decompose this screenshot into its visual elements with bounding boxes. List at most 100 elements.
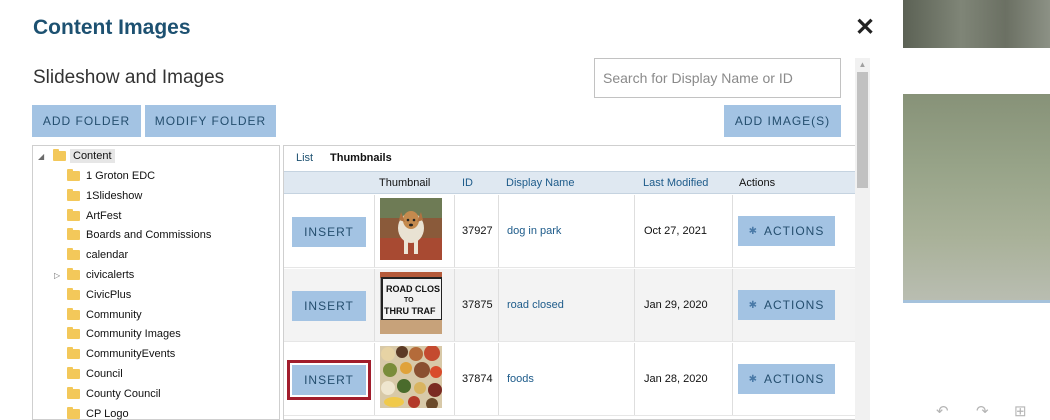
column-header-display-name[interactable]: Display Name [506,177,574,189]
folder-icon [67,406,80,419]
actions-button-label: ACTIONS [764,298,825,312]
modal-scrollbar-thumb[interactable] [857,72,868,188]
tree-item-label: CivicPlus [86,288,132,301]
folder-icon [67,248,80,261]
tree-item[interactable]: Community Images [67,324,181,344]
folder-icon [67,188,80,201]
column-divider [634,343,635,415]
folder-tree: ◢ Content 1 Groton EDC 1Slideshow ArtFest B… [32,145,280,420]
actions-button[interactable]: ✱ ACTIONS [738,290,835,320]
folder-icon [67,386,80,399]
background-photo-lawn [902,94,1050,300]
column-header-actions: Actions [739,177,776,189]
tree-item[interactable]: 1Slideshow [67,186,142,206]
folder-icon [67,268,80,280]
tree-item-label: CommunityEvents [86,348,176,361]
search-input[interactable] [594,58,841,98]
tree-item[interactable]: CivicPlus [67,285,131,305]
folder-icon [67,287,80,300]
image-display-name-link[interactable]: road closed [507,299,564,311]
image-display-name-link[interactable]: dog in park [507,225,561,237]
image-id: 37874 [462,373,493,385]
tree-item[interactable]: civicalerts [67,265,134,285]
svg-text:ROAD CLOS: ROAD CLOS [386,284,440,294]
tree-item[interactable]: County Council [67,384,161,404]
background-divider [902,300,1050,303]
tree-item-label: ArtFest [86,209,122,222]
tree-item-label: Community [86,308,142,321]
table-row: INSERT ROAD CLOS TO THRU TRAF 37875 road clos… [284,269,855,342]
undo-icon: ↶ [936,403,949,420]
folder-icon [67,367,80,379]
tab-thumbnails[interactable]: Thumbnails [330,152,392,164]
foods-photo [380,346,442,408]
gear-icon: ✱ [748,299,759,311]
folder-icon [67,208,80,221]
background-page-right: ↶ ↷ ⊞ [902,0,1050,420]
actions-button[interactable]: ✱ ACTIONS [738,364,835,394]
dog-photo [380,198,442,260]
collapse-arrow-icon[interactable]: ◢ [38,152,44,161]
column-divider [454,269,455,341]
tree-item-label: Boards and Commissions [86,229,212,242]
tree-item[interactable]: Boards and Commissions [67,225,211,245]
actions-button[interactable]: ✱ ACTIONS [738,216,835,246]
tree-item-label: Community Images [86,328,181,341]
insert-button[interactable]: INSERT [292,217,366,247]
svg-text:TO: TO [404,297,414,304]
tree-item[interactable]: calendar [67,245,128,265]
image-display-name-link[interactable]: foods [507,373,534,385]
column-header-id[interactable]: ID [462,177,473,189]
grid-icon: ⊞ [1014,403,1027,420]
svg-text:THRU TRAF: THRU TRAF [384,306,436,316]
column-divider [498,195,499,267]
column-divider [498,343,499,415]
close-icon[interactable]: ✕ [854,16,876,40]
tree-item[interactable]: CP Logo [67,404,129,420]
image-grid-panel: List Thumbnails Thumbnail ID Display Nam… [283,145,855,420]
column-divider [634,269,635,341]
tree-item[interactable]: Community [67,305,142,325]
grid-header: Thumbnail ID Display Name Last Modified … [284,171,855,194]
section-subtitle: Slideshow and Images [33,67,225,88]
tree-item[interactable]: 1 Groton EDC [67,166,155,186]
actions-button-label: ACTIONS [764,224,825,238]
folder-icon [67,228,80,241]
table-row: INSERT 37927 dog in park Oct 27, 2021 ✱ ACTIO… [284,195,855,268]
add-folder-button[interactable]: ADD FOLDER [32,105,141,137]
tree-item[interactable]: ArtFest [67,206,121,226]
tree-item[interactable]: CommunityEvents [67,344,175,364]
column-divider [498,269,499,341]
background-photo-top [902,0,1050,48]
expand-arrow-icon[interactable]: ▷ [54,271,60,280]
tree-item-label: civicalerts [86,269,135,281]
column-header-last-modified[interactable]: Last Modified [643,177,708,189]
tree-item-label: calendar [86,249,129,262]
column-divider [374,195,375,267]
insert-button[interactable]: INSERT [292,291,366,321]
insert-button[interactable]: INSERT [287,360,371,400]
table-row: INSERT 37874 foods Jan 28, 2020 ✱ ACTIONS [284,343,855,416]
column-divider [732,343,733,415]
tree-item-label: CP Logo [86,407,129,420]
tree-item[interactable]: Council [67,364,123,384]
add-images-button[interactable]: ADD IMAGE(S) [724,105,841,137]
tree-item-label: Council [86,368,123,380]
column-divider [454,195,455,267]
column-divider [732,195,733,267]
gear-icon: ✱ [748,225,759,237]
modify-folder-button[interactable]: MODIFY FOLDER [145,105,276,137]
scroll-up-icon[interactable]: ▲ [857,60,868,70]
tab-list[interactable]: List [296,152,313,164]
tree-root-content[interactable]: Content [53,146,115,166]
last-modified-date: Jan 28, 2020 [644,373,708,385]
folder-open-icon [53,149,66,161]
folder-icon [67,307,80,320]
column-divider [454,343,455,415]
last-modified-date: Jan 29, 2020 [644,299,708,311]
image-id: 37875 [462,299,493,311]
tree-item-label: County Council [86,387,161,400]
last-modified-date: Oct 27, 2021 [644,225,707,237]
road-closed-sign-photo: ROAD CLOS TO THRU TRAF [380,272,442,334]
view-tabs: List Thumbnails [284,146,855,170]
